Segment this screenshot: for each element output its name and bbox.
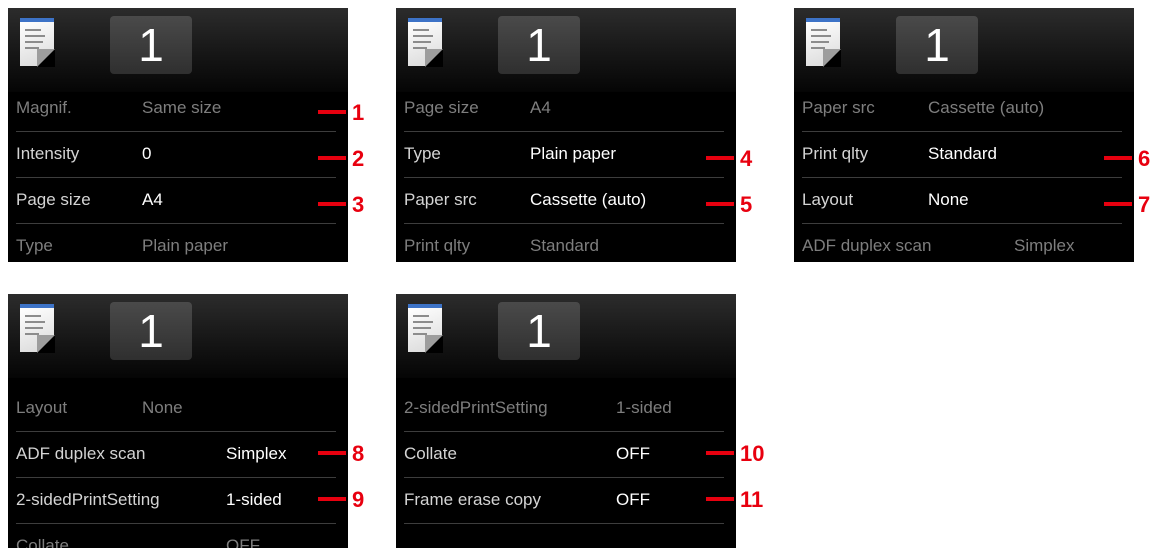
setting-value: OFF [616, 490, 650, 509]
copies-count: 1 [526, 305, 552, 357]
copies-count: 1 [924, 19, 950, 71]
callout-number: 10 [740, 441, 765, 466]
document-icon [20, 18, 55, 67]
setting-label: Type [404, 144, 441, 163]
callout-number: 7 [1138, 192, 1151, 217]
setting-label: Paper src [802, 98, 875, 117]
setting-value: Standard [928, 144, 997, 163]
document-icon [408, 18, 443, 67]
callout-number: 8 [352, 441, 365, 466]
setting-value: A4 [142, 190, 163, 209]
setting-row-magnification[interactable]: Magnif. Same size [16, 86, 336, 132]
copies-count-box[interactable]: 1 [110, 302, 192, 360]
copies-count-box[interactable]: 1 [896, 16, 978, 74]
setting-label: Layout [802, 190, 854, 209]
setting-row-type[interactable]: Type Plain paper [16, 224, 336, 262]
setting-row-adf-duplex-scan[interactable]: ADF duplex scan Simplex [16, 432, 336, 478]
setting-row-type[interactable]: Type Plain paper [404, 132, 724, 178]
copy-screen-5: 1 2-sidedPrintSetting 1-sided Collate OF… [396, 294, 736, 548]
setting-label: Collate [404, 444, 457, 463]
callout-number: 6 [1138, 146, 1151, 171]
document-icon [20, 304, 55, 353]
setting-label: Layout [16, 398, 68, 417]
copies-count: 1 [138, 305, 164, 357]
setting-row-page-size[interactable]: Page size A4 [404, 86, 724, 132]
setting-label: ADF duplex scan [802, 236, 932, 255]
setting-row-print-quality[interactable]: Print qlty Standard [404, 224, 724, 262]
copy-screen-4: 1 Layout None ADF duplex scan Simplex 2-… [8, 294, 348, 548]
copies-count-box[interactable]: 1 [498, 302, 580, 360]
setting-label: Page size [404, 98, 479, 117]
copy-screen-1: 1 Magnif. Same size Intensity 0 Page siz… [8, 8, 348, 262]
copy-screen-3: 1 Paper src Cassette (auto) Print qlty S… [794, 8, 1134, 262]
setting-row-layout[interactable]: Layout None [802, 178, 1122, 224]
setting-value: 0 [142, 144, 152, 163]
setting-row-paper-source[interactable]: Paper src Cassette (auto) [802, 86, 1122, 132]
setting-label: Paper src [404, 190, 477, 209]
setting-row-page-size[interactable]: Page size A4 [16, 178, 336, 224]
setting-row-print-quality[interactable]: Print qlty Standard [802, 132, 1122, 178]
setting-row-frame-erase-copy[interactable]: Frame erase copy OFF [404, 478, 724, 524]
copies-count: 1 [138, 19, 164, 71]
setting-value: OFF [226, 536, 260, 548]
setting-label: Intensity [16, 144, 80, 163]
setting-value: Simplex [226, 444, 287, 463]
setting-value: Standard [530, 236, 599, 255]
setting-label: ADF duplex scan [16, 444, 146, 463]
setting-row-adf-duplex-scan[interactable]: ADF duplex scan Simplex [802, 224, 1122, 262]
setting-value: Plain paper [142, 236, 229, 255]
setting-label: 2-sidedPrintSetting [16, 490, 160, 509]
setting-label: Page size [16, 190, 91, 209]
document-icon [806, 18, 841, 67]
copy-screen-2: 1 Page size A4 Type Plain paper Paper sr… [396, 8, 736, 262]
copies-count-box[interactable]: 1 [110, 16, 192, 74]
setting-label: 2-sidedPrintSetting [404, 398, 548, 417]
setting-row-2-sided-print-setting[interactable]: 2-sidedPrintSetting 1-sided [16, 478, 336, 524]
callout-number: 4 [740, 146, 753, 171]
setting-value: A4 [530, 98, 551, 117]
setting-label: Print qlty [404, 236, 471, 255]
setting-value: 1-sided [226, 490, 282, 509]
copies-count-box[interactable]: 1 [498, 16, 580, 74]
setting-value: 1-sided [616, 398, 672, 417]
setting-value: None [928, 190, 969, 209]
callout-number: 9 [352, 487, 365, 512]
setting-label: Type [16, 236, 53, 255]
setting-row-collate[interactable]: Collate OFF [404, 432, 724, 478]
setting-row-2-sided-print-setting[interactable]: 2-sidedPrintSetting 1-sided [404, 386, 724, 432]
setting-row-paper-source[interactable]: Paper src Cassette (auto) [404, 178, 724, 224]
copies-count: 1 [526, 19, 552, 71]
setting-value: Simplex [1014, 236, 1075, 255]
setting-row-intensity[interactable]: Intensity 0 [16, 132, 336, 178]
setting-label: Frame erase copy [404, 490, 541, 509]
callout-number: 11 [740, 487, 764, 512]
setting-label: Magnif. [16, 98, 72, 117]
setting-row-collate[interactable]: Collate OFF [16, 524, 336, 548]
setting-value: Cassette (auto) [530, 190, 647, 209]
setting-row-layout[interactable]: Layout None [16, 386, 336, 432]
setting-value: Same size [142, 98, 222, 117]
document-icon [408, 304, 443, 353]
callout-number: 5 [740, 192, 753, 217]
setting-label: Print qlty [802, 144, 869, 163]
setting-value: Cassette (auto) [928, 98, 1045, 117]
setting-value: Plain paper [530, 144, 617, 163]
setting-value: None [142, 398, 183, 417]
callout-number: 3 [352, 192, 365, 217]
setting-label: Collate [16, 536, 69, 548]
setting-value: OFF [616, 444, 650, 463]
callout-number: 1 [352, 100, 365, 125]
callout-number: 2 [352, 146, 365, 171]
